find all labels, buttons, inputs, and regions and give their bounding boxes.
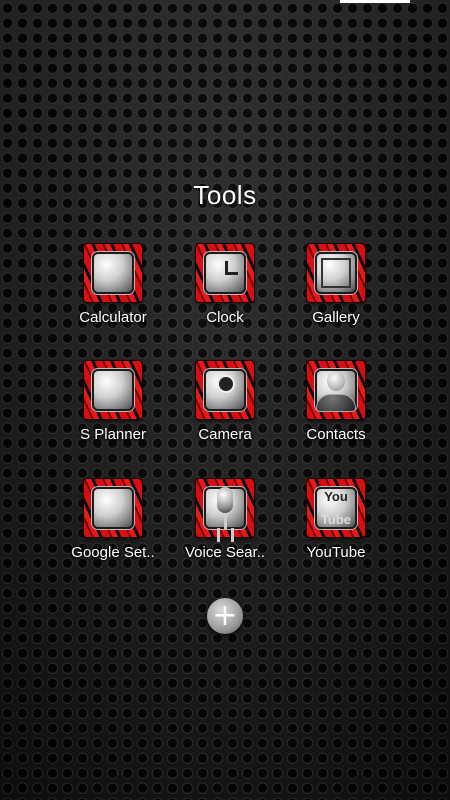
gallery-icon <box>307 244 365 302</box>
calendar-icon <box>84 361 142 419</box>
app-voice-search[interactable]: Voice Sear.. <box>170 479 280 561</box>
app-contacts[interactable]: Contacts <box>281 361 391 443</box>
microphone-icon <box>196 479 254 537</box>
app-camera[interactable]: Camera <box>170 361 280 443</box>
camera-icon <box>196 361 254 419</box>
contacts-icon <box>307 361 365 419</box>
app-label: Gallery <box>312 309 360 326</box>
youtube-logo-bottom: Tube <box>320 512 352 527</box>
add-app-button[interactable]: + <box>207 598 243 634</box>
calculator-icon <box>84 244 142 302</box>
app-calculator[interactable]: Calculator <box>58 244 168 326</box>
youtube-icon: You Tube <box>307 479 365 537</box>
app-label: Clock <box>206 309 244 326</box>
folder-title[interactable]: Tools <box>0 180 450 211</box>
app-label: Google Set.. <box>71 544 155 561</box>
app-s-planner[interactable]: S Planner <box>58 361 168 443</box>
status-bar-indicator <box>340 0 410 3</box>
app-label: S Planner <box>80 426 146 443</box>
app-google-settings[interactable]: Google Set.. <box>58 479 168 561</box>
app-label: Contacts <box>306 426 366 443</box>
app-label: YouTube <box>306 544 366 561</box>
app-gallery[interactable]: Gallery <box>281 244 391 326</box>
app-label: Camera <box>198 426 252 443</box>
google-settings-icon <box>84 479 142 537</box>
clock-icon <box>196 244 254 302</box>
app-clock[interactable]: Clock <box>170 244 280 326</box>
app-label: Calculator <box>79 309 147 326</box>
app-youtube[interactable]: You Tube YouTube <box>281 479 391 561</box>
app-label: Voice Sear.. <box>184 544 266 561</box>
youtube-logo-top: You <box>324 489 348 504</box>
